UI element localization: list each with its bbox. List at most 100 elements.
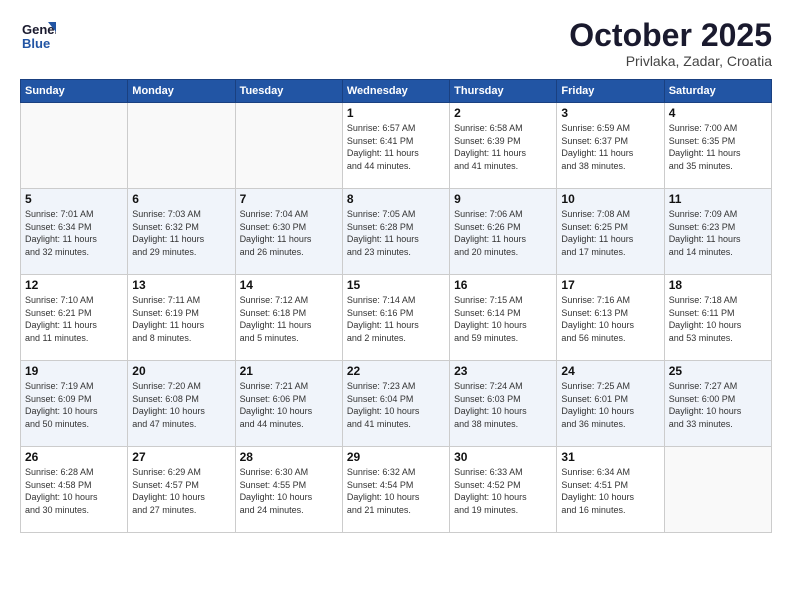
- calendar-week-row: 19Sunrise: 7:19 AM Sunset: 6:09 PM Dayli…: [21, 361, 772, 447]
- day-number: 4: [669, 106, 767, 120]
- day-info: Sunrise: 7:16 AM Sunset: 6:13 PM Dayligh…: [561, 294, 659, 344]
- day-info: Sunrise: 6:29 AM Sunset: 4:57 PM Dayligh…: [132, 466, 230, 516]
- day-info: Sunrise: 7:18 AM Sunset: 6:11 PM Dayligh…: [669, 294, 767, 344]
- day-info: Sunrise: 6:28 AM Sunset: 4:58 PM Dayligh…: [25, 466, 123, 516]
- svg-text:Blue: Blue: [22, 36, 50, 51]
- day-info: Sunrise: 7:00 AM Sunset: 6:35 PM Dayligh…: [669, 122, 767, 172]
- calendar-week-row: 1 Sunrise: 6:57 AM Sunset: 6:41 PM Daylig…: [21, 103, 772, 189]
- day-number: 17: [561, 278, 659, 292]
- table-row: 14Sunrise: 7:12 AM Sunset: 6:18 PM Dayli…: [235, 275, 342, 361]
- day-info: Sunrise: 6:32 AM Sunset: 4:54 PM Dayligh…: [347, 466, 445, 516]
- day-number: 22: [347, 364, 445, 378]
- day-number: 31: [561, 450, 659, 464]
- day-info: Sunrise: 7:05 AM Sunset: 6:28 PM Dayligh…: [347, 208, 445, 258]
- table-row: 21 Sunrise: 7:21 AM Sunset: 6:06 PM Dayli…: [235, 361, 342, 447]
- day-info: Sunrise: 7:08 AM Sunset: 6:25 PM Dayligh…: [561, 208, 659, 258]
- day-number: 6: [132, 192, 230, 206]
- table-row: 15 Sunrise: 7:14 AM Sunset: 6:16 PM Dayli…: [342, 275, 449, 361]
- logo-icon: General Blue: [20, 18, 56, 54]
- day-number: 8: [347, 192, 445, 206]
- day-info: Sunrise: 7:27 AM Sunset: 6:00 PM Dayligh…: [669, 380, 767, 430]
- day-info: Sunrise: 7:14 AM Sunset: 6:16 PM Dayligh…: [347, 294, 445, 344]
- table-row: 5 Sunrise: 7:01 AM Sunset: 6:34 PM Daylig…: [21, 189, 128, 275]
- day-number: 26: [25, 450, 123, 464]
- table-row: 23 Sunrise: 7:24 AM Sunset: 6:03 PM Dayli…: [450, 361, 557, 447]
- table-row: 30 Sunrise: 6:33 AM Sunset: 4:52 PM Dayli…: [450, 447, 557, 533]
- col-saturday: Saturday: [664, 80, 771, 103]
- day-number: 1: [347, 106, 445, 120]
- day-number: 20: [132, 364, 230, 378]
- day-info: Sunrise: 7:21 AM Sunset: 6:06 PM Dayligh…: [240, 380, 338, 430]
- table-row: 28 Sunrise: 6:30 AM Sunset: 4:55 PM Dayli…: [235, 447, 342, 533]
- day-number: 11: [669, 192, 767, 206]
- day-info: Sunrise: 7:24 AM Sunset: 6:03 PM Dayligh…: [454, 380, 552, 430]
- day-info: Sunrise: 7:23 AM Sunset: 6:04 PM Dayligh…: [347, 380, 445, 430]
- day-number: 15: [347, 278, 445, 292]
- table-row: 2Sunrise: 6:58 AM Sunset: 6:39 PM Daylig…: [450, 103, 557, 189]
- header: General Blue October 2025 Privlaka, Zada…: [20, 18, 772, 69]
- day-info: Sunrise: 7:11 AM Sunset: 6:19 PM Dayligh…: [132, 294, 230, 344]
- table-row: 1 Sunrise: 6:57 AM Sunset: 6:41 PM Daylig…: [342, 103, 449, 189]
- day-number: 3: [561, 106, 659, 120]
- day-info: Sunrise: 6:59 AM Sunset: 6:37 PM Dayligh…: [561, 122, 659, 172]
- day-info: Sunrise: 6:30 AM Sunset: 4:55 PM Dayligh…: [240, 466, 338, 516]
- table-row: 18Sunrise: 7:18 AM Sunset: 6:11 PM Dayli…: [664, 275, 771, 361]
- col-tuesday: Tuesday: [235, 80, 342, 103]
- table-row: 9Sunrise: 7:06 AM Sunset: 6:26 PM Daylig…: [450, 189, 557, 275]
- location-subtitle: Privlaka, Zadar, Croatia: [569, 53, 772, 69]
- table-row: 29 Sunrise: 6:32 AM Sunset: 4:54 PM Dayli…: [342, 447, 449, 533]
- calendar-header-row: Sunday Monday Tuesday Wednesday Thursday…: [21, 80, 772, 103]
- calendar-week-row: 5 Sunrise: 7:01 AM Sunset: 6:34 PM Daylig…: [21, 189, 772, 275]
- day-number: 9: [454, 192, 552, 206]
- day-info: Sunrise: 6:34 AM Sunset: 4:51 PM Dayligh…: [561, 466, 659, 516]
- table-row: [235, 103, 342, 189]
- table-row: 27Sunrise: 6:29 AM Sunset: 4:57 PM Dayli…: [128, 447, 235, 533]
- table-row: 3 Sunrise: 6:59 AM Sunset: 6:37 PM Daylig…: [557, 103, 664, 189]
- table-row: 31 Sunrise: 6:34 AM Sunset: 4:51 PM Dayli…: [557, 447, 664, 533]
- calendar-week-row: 12 Sunrise: 7:10 AM Sunset: 6:21 PM Dayli…: [21, 275, 772, 361]
- table-row: 13Sunrise: 7:11 AM Sunset: 6:19 PM Dayli…: [128, 275, 235, 361]
- title-area: October 2025 Privlaka, Zadar, Croatia: [569, 18, 772, 69]
- day-info: Sunrise: 6:33 AM Sunset: 4:52 PM Dayligh…: [454, 466, 552, 516]
- day-number: 5: [25, 192, 123, 206]
- table-row: 22 Sunrise: 7:23 AM Sunset: 6:04 PM Dayli…: [342, 361, 449, 447]
- table-row: 12 Sunrise: 7:10 AM Sunset: 6:21 PM Dayli…: [21, 275, 128, 361]
- day-info: Sunrise: 7:01 AM Sunset: 6:34 PM Dayligh…: [25, 208, 123, 258]
- day-info: Sunrise: 7:20 AM Sunset: 6:08 PM Dayligh…: [132, 380, 230, 430]
- day-number: 30: [454, 450, 552, 464]
- table-row: 4 Sunrise: 7:00 AM Sunset: 6:35 PM Daylig…: [664, 103, 771, 189]
- day-info: Sunrise: 6:57 AM Sunset: 6:41 PM Dayligh…: [347, 122, 445, 172]
- day-info: Sunrise: 7:04 AM Sunset: 6:30 PM Dayligh…: [240, 208, 338, 258]
- day-number: 28: [240, 450, 338, 464]
- table-row: 25Sunrise: 7:27 AM Sunset: 6:00 PM Dayli…: [664, 361, 771, 447]
- day-info: Sunrise: 7:03 AM Sunset: 6:32 PM Dayligh…: [132, 208, 230, 258]
- table-row: 16 Sunrise: 7:15 AM Sunset: 6:14 PM Dayli…: [450, 275, 557, 361]
- logo: General Blue: [20, 18, 56, 54]
- day-number: 23: [454, 364, 552, 378]
- month-title: October 2025: [569, 18, 772, 53]
- day-number: 7: [240, 192, 338, 206]
- table-row: 10Sunrise: 7:08 AM Sunset: 6:25 PM Dayli…: [557, 189, 664, 275]
- day-info: Sunrise: 7:15 AM Sunset: 6:14 PM Dayligh…: [454, 294, 552, 344]
- day-number: 2: [454, 106, 552, 120]
- table-row: 8 Sunrise: 7:05 AM Sunset: 6:28 PM Daylig…: [342, 189, 449, 275]
- day-number: 14: [240, 278, 338, 292]
- table-row: 20 Sunrise: 7:20 AM Sunset: 6:08 PM Dayli…: [128, 361, 235, 447]
- col-wednesday: Wednesday: [342, 80, 449, 103]
- day-number: 29: [347, 450, 445, 464]
- day-number: 12: [25, 278, 123, 292]
- table-row: [21, 103, 128, 189]
- col-sunday: Sunday: [21, 80, 128, 103]
- day-info: Sunrise: 7:10 AM Sunset: 6:21 PM Dayligh…: [25, 294, 123, 344]
- col-monday: Monday: [128, 80, 235, 103]
- day-number: 21: [240, 364, 338, 378]
- day-info: Sunrise: 7:09 AM Sunset: 6:23 PM Dayligh…: [669, 208, 767, 258]
- day-number: 24: [561, 364, 659, 378]
- calendar-table: Sunday Monday Tuesday Wednesday Thursday…: [20, 79, 772, 533]
- day-number: 16: [454, 278, 552, 292]
- day-number: 19: [25, 364, 123, 378]
- table-row: [664, 447, 771, 533]
- table-row: 26 Sunrise: 6:28 AM Sunset: 4:58 PM Dayli…: [21, 447, 128, 533]
- col-friday: Friday: [557, 80, 664, 103]
- table-row: 6 Sunrise: 7:03 AM Sunset: 6:32 PM Daylig…: [128, 189, 235, 275]
